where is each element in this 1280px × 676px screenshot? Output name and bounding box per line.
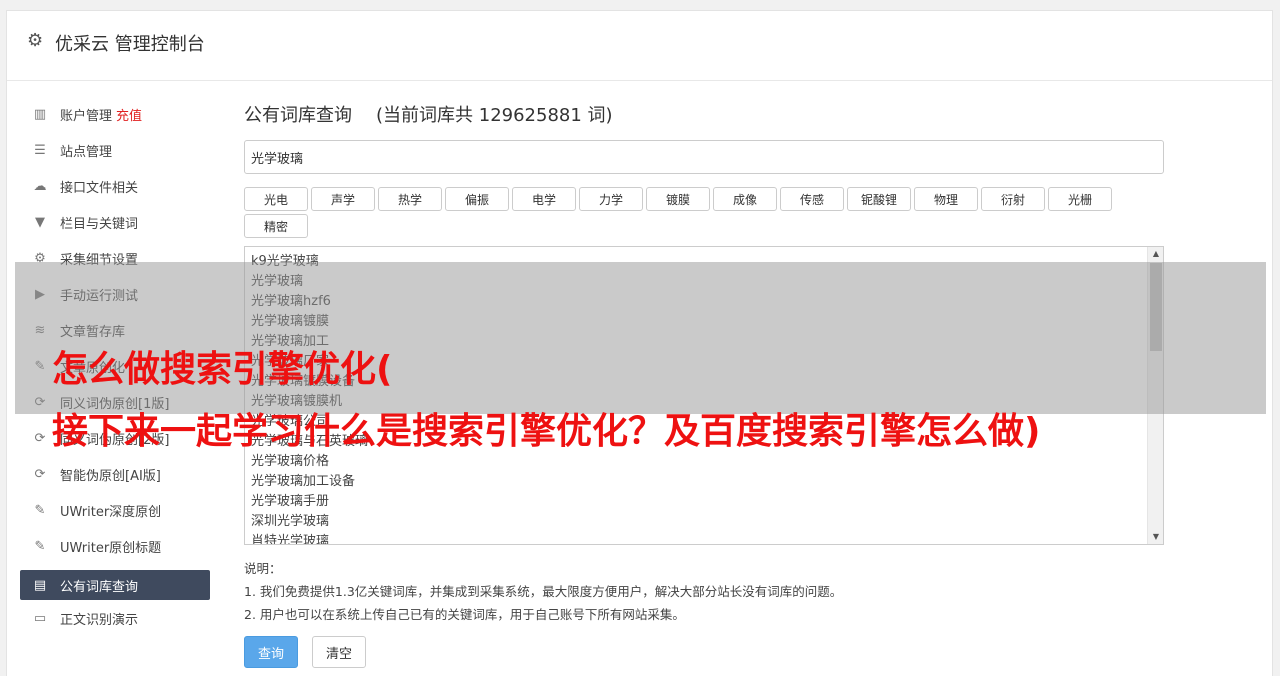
overlay-headline-1: 怎么做搜索引擎优化(: [52, 349, 393, 390]
sidebar-item-label: UWriter原创标题: [60, 540, 162, 556]
word-count-text: (当前词库共 129625881 词): [376, 105, 613, 126]
note-line-1: 1. 我们免费提供1.3亿关键词库，并集成到采集系统，最大限度方便用户，解决大部…: [244, 584, 843, 599]
tag-button[interactable]: 偏振: [445, 187, 509, 211]
sidebar-item-14[interactable]: ▭ 正文识别演示: [20, 600, 210, 636]
page-title: 公有词库查询 (当前词库共 129625881 词): [244, 96, 1164, 132]
sidebar-item-13[interactable]: ▤ 公有词库查询: [20, 570, 210, 600]
list-item[interactable]: 光学玻璃手册: [251, 492, 1157, 512]
sidebar-item-label: 站点管理: [60, 144, 113, 160]
sidebar-item-10[interactable]: ⟳ 智能伪原创[AI版]: [20, 456, 210, 492]
refresh-icon: ⟳: [34, 466, 46, 482]
tag-button[interactable]: 成像: [713, 187, 777, 211]
sidebar-item-12[interactable]: ✎ UWriter原创标题: [20, 528, 210, 564]
sidebar-item-0[interactable]: ▥ 账户管理 充值: [20, 96, 210, 132]
tag-button[interactable]: 衍射: [981, 187, 1045, 211]
tag-button[interactable]: 声学: [311, 187, 375, 211]
gear-icon: ⚙: [27, 30, 44, 51]
header-bar: ⚙ 优采云 管理控制台: [7, 11, 1272, 81]
note-line-2: 2. 用户也可以在系统上传自己已有的关键词库，用于自己账号下所有网站采集。: [244, 607, 685, 622]
tag-list: 光电 声学 热学 偏振 电学 力学 镀膜 成像 传感 铌酸锂 物理 衍射 光栅精密: [244, 187, 1164, 238]
edit-icon: ✎: [34, 538, 46, 554]
notes-section: 说明： 1. 我们免费提供1.3亿关键词库，并集成到采集系统，最大限度方便用户，…: [244, 557, 1164, 626]
tag-button[interactable]: 热学: [378, 187, 442, 211]
tag-button[interactable]: 电学: [512, 187, 576, 211]
sidebar-item-label: 账户管理: [60, 108, 113, 124]
filter-icon: ▼: [35, 214, 45, 230]
scroll-up-arrow-icon[interactable]: ▲: [1148, 247, 1163, 261]
sidebar-item-label: 正文识别演示: [60, 612, 139, 628]
action-buttons: 查询 清空: [244, 636, 1164, 668]
scroll-down-arrow-icon[interactable]: ▼: [1148, 530, 1163, 544]
page-title-text: 公有词库查询: [244, 105, 352, 126]
tag-button[interactable]: 铌酸锂: [847, 187, 911, 211]
sidebar-item-1[interactable]: ☰ 站点管理: [20, 132, 210, 168]
notes-title: 说明：: [244, 561, 282, 576]
sidebar-item-label: UWriter深度原创: [60, 504, 162, 520]
cloud-upload-icon: ☁: [33, 178, 47, 194]
tag-button[interactable]: 传感: [780, 187, 844, 211]
app-title: 优采云 管理控制台: [55, 34, 205, 55]
sidebar-item-3[interactable]: ▼ 栏目与关键词: [20, 204, 210, 240]
clear-button[interactable]: 清空: [312, 636, 366, 668]
sidebar-item-label: 栏目与关键词: [60, 216, 139, 232]
sidebar-item-label: 智能伪原创[AI版]: [60, 468, 161, 484]
list-item[interactable]: 肖特光学玻璃: [251, 532, 1157, 544]
bar-chart-icon: ▥: [33, 106, 47, 122]
server-icon: ☰: [34, 142, 46, 158]
tag-button[interactable]: 力学: [579, 187, 643, 211]
tag-button[interactable]: 精密: [244, 214, 308, 238]
sidebar-item-label: 公有词库查询: [60, 579, 139, 595]
keyword-search-input[interactable]: [244, 140, 1164, 174]
overlay-headline-2: 接下来一起学习什么是搜索引擎优化？及百度搜索引擎怎么做): [52, 411, 1041, 452]
tag-button[interactable]: 物理: [914, 187, 978, 211]
refresh-icon: ⟳: [34, 430, 46, 446]
monitor-icon: ▭: [33, 610, 47, 626]
recharge-link[interactable]: 充值: [116, 105, 142, 124]
book-icon: ▤: [33, 577, 47, 593]
list-item[interactable]: 光学玻璃价格: [251, 452, 1157, 472]
tag-button[interactable]: 镀膜: [646, 187, 710, 211]
sidebar-item-label: 接口文件相关: [60, 180, 139, 196]
list-item[interactable]: 深圳光学玻璃: [251, 512, 1157, 532]
tag-button[interactable]: 光电: [244, 187, 308, 211]
sidebar-item-11[interactable]: ✎ UWriter深度原创: [20, 492, 210, 528]
sidebar-item-2[interactable]: ☁ 接口文件相关: [20, 168, 210, 204]
list-item[interactable]: 光学玻璃加工设备: [251, 472, 1157, 492]
tag-button[interactable]: 光栅: [1048, 187, 1112, 211]
query-button[interactable]: 查询: [244, 636, 298, 668]
edit-icon: ✎: [34, 502, 46, 518]
